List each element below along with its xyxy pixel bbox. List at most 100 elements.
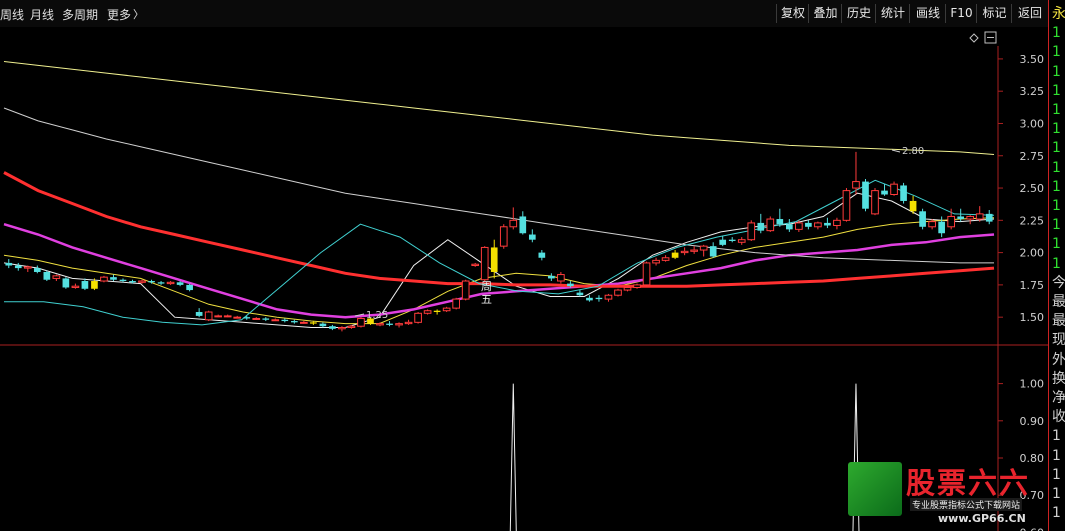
candle	[509, 219, 518, 228]
candle	[243, 317, 251, 319]
candle	[300, 321, 308, 324]
candle	[357, 317, 365, 327]
candle	[433, 310, 441, 313]
candle	[119, 279, 127, 282]
candle	[690, 249, 698, 252]
price-tick-label: 3.25	[1020, 85, 1045, 98]
candle	[795, 222, 803, 230]
sidebar-quote-char: 1	[1052, 217, 1061, 234]
candle	[271, 319, 280, 322]
candle	[528, 234, 536, 240]
candle	[252, 317, 261, 320]
candle	[623, 286, 632, 291]
candle	[890, 183, 898, 196]
watermark-slogan: 专业股票指标公式下载网站	[910, 498, 1023, 511]
sidebar-quote-char: 1	[1052, 236, 1061, 253]
candle	[262, 318, 270, 320]
candle	[737, 239, 746, 243]
candle	[557, 274, 565, 282]
week-marker-2: 五	[481, 293, 492, 306]
candle	[642, 262, 651, 286]
candle	[928, 221, 936, 228]
price-tick-label: 1.75	[1020, 279, 1045, 292]
candle	[442, 307, 451, 312]
candle	[947, 215, 955, 228]
low-price-label: 1.25	[366, 310, 388, 321]
candle	[776, 219, 784, 225]
candle	[633, 284, 641, 288]
sidebar-quote-char: 今	[1052, 274, 1065, 291]
candle	[833, 219, 841, 226]
candle	[966, 215, 975, 220]
candle	[461, 280, 470, 300]
candle	[347, 325, 356, 329]
candle	[786, 224, 793, 230]
sidebar-quote-char: 1	[1052, 178, 1061, 195]
candle	[52, 275, 61, 279]
candle	[490, 247, 498, 272]
watermark-title: 股票六六	[906, 466, 1031, 500]
candle	[519, 216, 527, 234]
watermark-logo: 股票六六 专业股票指标公式下载网站 www.GP66.CN	[848, 460, 1065, 531]
candle	[452, 298, 460, 309]
candle	[157, 282, 165, 284]
candle	[204, 311, 213, 321]
indicator-tick-label: 0.90	[1020, 415, 1045, 428]
price-tick-label: 2.75	[1020, 150, 1045, 163]
candle	[814, 222, 822, 228]
price-tick-label: 3.00	[1020, 117, 1045, 130]
candle	[33, 268, 41, 272]
candle	[900, 185, 907, 201]
candle	[138, 280, 146, 283]
candle	[595, 297, 603, 300]
sidebar-quote-char: 1	[1052, 25, 1061, 42]
candle	[538, 252, 546, 258]
sidebar-quote-char: 1	[1052, 428, 1061, 445]
candle	[186, 284, 193, 291]
candle	[223, 315, 232, 318]
watermark-url: www.GP66.CN	[938, 512, 1026, 525]
quote-sidebar: 永1111111111111今最最现外换净收11111	[1048, 0, 1065, 531]
candle	[719, 239, 727, 245]
sidebar-quote-char: 1	[1052, 121, 1061, 138]
sidebar-quote-char: 外	[1052, 351, 1065, 368]
candle	[604, 294, 613, 300]
candle	[957, 216, 965, 220]
indicator-tick-label: 1.00	[1020, 378, 1045, 391]
candle	[423, 310, 432, 314]
price-tick-label: 1.50	[1020, 311, 1045, 324]
candle	[414, 312, 422, 323]
candle	[919, 211, 926, 227]
candle	[757, 222, 765, 231]
candle	[728, 239, 736, 241]
candle	[62, 278, 70, 288]
candle	[376, 323, 384, 326]
candle	[975, 213, 984, 220]
candle	[909, 200, 917, 212]
sidebar-quote-char: 1	[1052, 102, 1061, 118]
sidebar-quote-char: 最	[1052, 313, 1065, 330]
sidebar-quote-char: 最	[1052, 294, 1065, 310]
candle	[881, 190, 888, 195]
sidebar-quote-char: 换	[1052, 370, 1065, 387]
sidebar-quote-char: 1	[1052, 159, 1061, 176]
candle	[395, 323, 403, 326]
candle	[148, 281, 155, 283]
candle	[100, 276, 108, 282]
logo-icon	[848, 462, 902, 516]
high-price-label: 2.80	[902, 146, 924, 157]
price-tick-label: 3.50	[1020, 53, 1045, 66]
candle	[338, 327, 346, 330]
candle	[661, 257, 670, 261]
candle	[166, 281, 175, 285]
candle	[805, 222, 812, 227]
kline-chart[interactable]: 3.50 3.25 3.00 2.75 2.50 2.25 2.00 1.75 1.50 1.0…	[0, 0, 1048, 531]
candle	[291, 321, 298, 323]
candle	[110, 277, 117, 280]
candle	[938, 221, 945, 234]
candle	[586, 297, 593, 301]
sidebar-quote-char: 永	[1052, 6, 1065, 22]
sidebar-quote-char: 收	[1052, 409, 1065, 426]
price-tick-label: 2.00	[1020, 247, 1045, 260]
candle	[499, 226, 508, 247]
